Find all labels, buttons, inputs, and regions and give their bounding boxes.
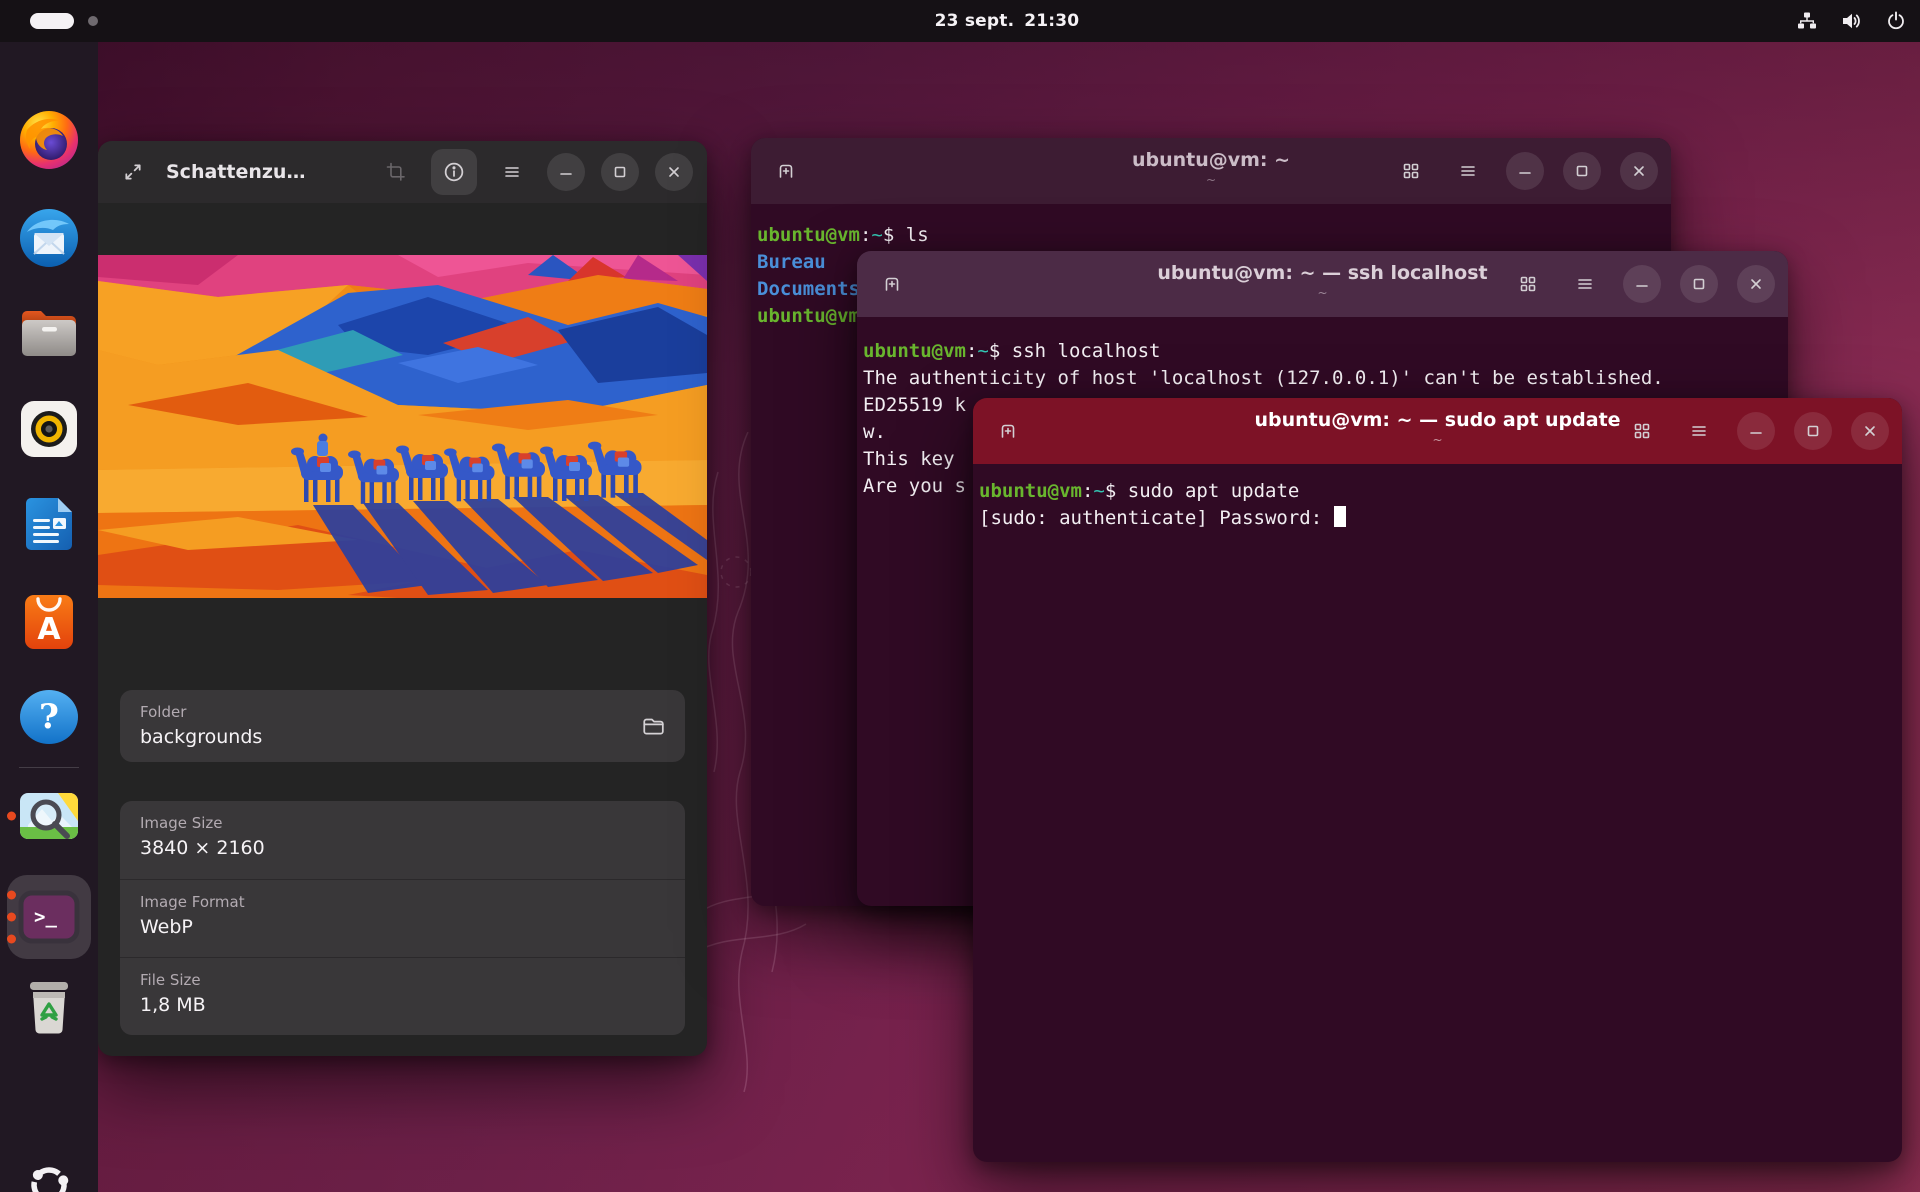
close-button[interactable]	[655, 153, 693, 191]
terminal-window-sudo: ubuntu@vm: ~ — sudo apt update ~	[973, 398, 1902, 1162]
terminal-icon: >_	[18, 890, 80, 944]
terminal2-title: ubuntu@vm: ~ — ssh localhost ~	[1157, 262, 1487, 300]
help-icon: ?	[18, 686, 80, 748]
wallpaper-image-preview	[98, 255, 707, 598]
folder-value: backgrounds	[140, 724, 262, 750]
tab-overview-icon[interactable]	[1392, 152, 1430, 190]
ubuntu-logo-icon	[22, 1158, 76, 1192]
menu-button[interactable]	[493, 153, 531, 191]
new-tab-icon[interactable]	[767, 152, 805, 190]
terminal-window-indicator-1	[7, 891, 16, 900]
terminal3-screen[interactable]: ubuntu@vm:~$ sudo apt update[sudo: authe…	[973, 464, 1902, 550]
folder-label: Folder	[140, 702, 262, 722]
system-status-menu[interactable]	[1797, 0, 1906, 42]
firefox-icon	[17, 108, 81, 172]
terminal-window-indicator-3	[7, 935, 16, 944]
maximize-button[interactable]	[1680, 265, 1718, 303]
property-row-file-size: File Size 1,8 MB	[120, 957, 685, 1035]
dock-item-help[interactable]: ?	[18, 686, 80, 748]
property-folder-card: Folder backgrounds	[120, 690, 685, 762]
terminal3-title: ubuntu@vm: ~ — sudo apt update ~	[1254, 409, 1620, 447]
new-tab-icon[interactable]	[873, 265, 911, 303]
maximize-button[interactable]	[601, 153, 639, 191]
network-wired-icon	[1797, 11, 1817, 31]
menu-button[interactable]	[1566, 265, 1604, 303]
image-viewer-icon	[18, 791, 80, 841]
clock-menu[interactable]: 23 sept. 21:30	[935, 0, 1080, 42]
minimize-button[interactable]	[1506, 152, 1544, 190]
terminal-cursor	[1334, 506, 1346, 527]
menu-button[interactable]	[1449, 152, 1487, 190]
terminal3-headerbar: ubuntu@vm: ~ — sudo apt update ~	[973, 398, 1902, 464]
dock-item-files[interactable]	[18, 306, 80, 360]
minimize-button[interactable]	[1737, 412, 1775, 450]
new-tab-icon[interactable]	[989, 412, 1027, 450]
close-button[interactable]	[1737, 265, 1775, 303]
image-viewer-running-indicator	[7, 812, 16, 821]
dock: A ?	[0, 42, 98, 1192]
trash-icon	[21, 978, 77, 1036]
dock-item-trash[interactable]	[21, 978, 77, 1036]
rhythmbox-icon	[19, 399, 79, 459]
tab-overview-icon[interactable]	[1509, 265, 1547, 303]
crop-icon[interactable]	[377, 153, 415, 191]
svg-text:>_: >_	[34, 906, 57, 928]
top-bar: 23 sept. 21:30	[0, 0, 1920, 42]
dock-item-firefox[interactable]	[17, 108, 81, 172]
terminal-line: The authenticity of host 'localhost (127…	[863, 365, 1782, 392]
workspace-indicator-inactive[interactable]	[88, 16, 98, 26]
dock-item-terminal[interactable]: >_	[18, 890, 80, 944]
svg-text:A: A	[37, 612, 61, 647]
dock-item-image-viewer[interactable]	[18, 791, 80, 841]
clock-time: 21:30	[1024, 11, 1079, 31]
terminal1-title: ubuntu@vm: ~ ~	[1132, 149, 1290, 187]
volume-icon	[1841, 11, 1862, 31]
property-row-image-size: Image Size 3840 × 2160	[120, 801, 685, 879]
dock-item-rhythmbox[interactable]	[19, 399, 79, 459]
terminal2-headerbar: ubuntu@vm: ~ — ssh localhost ~	[857, 251, 1788, 317]
minimize-button[interactable]	[1623, 265, 1661, 303]
dock-item-thunderbird[interactable]	[17, 206, 81, 270]
power-icon	[1886, 11, 1906, 31]
close-button[interactable]	[1620, 152, 1658, 190]
svg-text:?: ?	[39, 697, 59, 737]
dock-item-libreoffice[interactable]	[20, 495, 78, 553]
terminal-line: [sudo: authenticate] Password:	[979, 505, 1896, 532]
terminal1-headerbar: ubuntu@vm: ~ ~	[751, 138, 1671, 204]
image-viewer-title: Schattenzu…	[166, 161, 305, 183]
clock-date: 23 sept.	[935, 11, 1015, 31]
terminal-line: ubuntu@vm:~$ ls	[757, 222, 1665, 249]
dock-separator	[19, 767, 79, 768]
property-row-image-format: Image Format WebP	[120, 879, 685, 957]
app-center-icon: A	[21, 589, 77, 651]
property-details-card: Image Size 3840 × 2160 Image Format WebP…	[120, 801, 685, 1035]
close-button[interactable]	[1851, 412, 1889, 450]
menu-button[interactable]	[1680, 412, 1718, 450]
thunderbird-icon	[17, 206, 81, 270]
files-icon	[18, 306, 80, 360]
terminal-line: ubuntu@vm:~$ sudo apt update	[979, 478, 1896, 505]
image-viewer-window: Schattenzu…	[98, 141, 707, 1056]
maximize-button[interactable]	[1563, 152, 1601, 190]
terminal-line: ubuntu@vm:~$ ssh localhost	[863, 338, 1782, 365]
dock-item-app-center[interactable]: A	[21, 589, 77, 651]
image-viewer-headerbar: Schattenzu…	[98, 141, 707, 203]
fullscreen-button[interactable]	[114, 153, 152, 191]
terminal-window-indicator-2	[7, 913, 16, 922]
workspace-indicator-active[interactable]	[30, 13, 74, 29]
open-folder-icon[interactable]	[641, 714, 665, 738]
tab-overview-icon[interactable]	[1623, 412, 1661, 450]
dock-item-show-apps[interactable]	[22, 1158, 76, 1192]
maximize-button[interactable]	[1794, 412, 1832, 450]
minimize-button[interactable]	[547, 153, 585, 191]
libreoffice-icon	[20, 495, 78, 553]
image-properties-toggle-button[interactable]	[431, 149, 477, 195]
